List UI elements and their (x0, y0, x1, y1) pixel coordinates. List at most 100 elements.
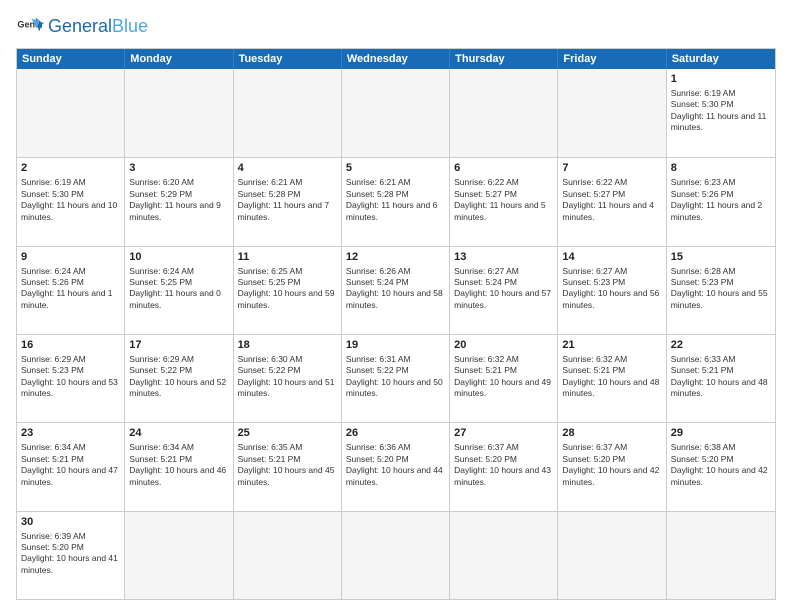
calendar-cell (125, 512, 233, 599)
cell-info: Sunrise: 6:19 AMSunset: 5:30 PMDaylight:… (21, 177, 117, 221)
header: General GeneralBlue (16, 12, 776, 40)
page: General GeneralBlue SundayMondayTuesdayW… (0, 0, 792, 612)
cell-info: Sunrise: 6:37 AMSunset: 5:20 PMDaylight:… (562, 442, 659, 486)
calendar-cell (234, 69, 342, 157)
calendar-cell (558, 512, 666, 599)
general-blue-logo-icon: General (16, 12, 44, 40)
cell-info: Sunrise: 6:39 AMSunset: 5:20 PMDaylight:… (21, 531, 118, 575)
calendar-cell: 7Sunrise: 6:22 AMSunset: 5:27 PMDaylight… (558, 158, 666, 245)
calendar-cell: 17Sunrise: 6:29 AMSunset: 5:22 PMDayligh… (125, 335, 233, 422)
day-number: 19 (346, 338, 445, 353)
day-number: 4 (238, 161, 337, 176)
day-number: 12 (346, 250, 445, 265)
cell-info: Sunrise: 6:37 AMSunset: 5:20 PMDaylight:… (454, 442, 551, 486)
calendar-cell (342, 512, 450, 599)
calendar-cell: 10Sunrise: 6:24 AMSunset: 5:25 PMDayligh… (125, 247, 233, 334)
day-number: 8 (671, 161, 771, 176)
day-number: 20 (454, 338, 553, 353)
calendar-week-3: 9Sunrise: 6:24 AMSunset: 5:26 PMDaylight… (17, 246, 775, 334)
cell-info: Sunrise: 6:31 AMSunset: 5:22 PMDaylight:… (346, 354, 443, 398)
calendar-cell: 4Sunrise: 6:21 AMSunset: 5:28 PMDaylight… (234, 158, 342, 245)
cell-info: Sunrise: 6:22 AMSunset: 5:27 PMDaylight:… (454, 177, 546, 221)
cell-info: Sunrise: 6:32 AMSunset: 5:21 PMDaylight:… (454, 354, 551, 398)
calendar-cell: 19Sunrise: 6:31 AMSunset: 5:22 PMDayligh… (342, 335, 450, 422)
cell-info: Sunrise: 6:24 AMSunset: 5:26 PMDaylight:… (21, 266, 113, 310)
calendar-cell: 20Sunrise: 6:32 AMSunset: 5:21 PMDayligh… (450, 335, 558, 422)
calendar-cell: 15Sunrise: 6:28 AMSunset: 5:23 PMDayligh… (667, 247, 775, 334)
day-number: 28 (562, 426, 661, 441)
day-number: 2 (21, 161, 120, 176)
cell-info: Sunrise: 6:20 AMSunset: 5:29 PMDaylight:… (129, 177, 221, 221)
calendar-cell (17, 69, 125, 157)
day-header-saturday: Saturday (667, 49, 775, 69)
calendar-cell: 2Sunrise: 6:19 AMSunset: 5:30 PMDaylight… (17, 158, 125, 245)
cell-info: Sunrise: 6:30 AMSunset: 5:22 PMDaylight:… (238, 354, 335, 398)
day-number: 14 (562, 250, 661, 265)
cell-info: Sunrise: 6:19 AMSunset: 5:30 PMDaylight:… (671, 88, 767, 132)
cell-info: Sunrise: 6:29 AMSunset: 5:23 PMDaylight:… (21, 354, 118, 398)
day-number: 11 (238, 250, 337, 265)
day-number: 15 (671, 250, 771, 265)
calendar-cell: 14Sunrise: 6:27 AMSunset: 5:23 PMDayligh… (558, 247, 666, 334)
cell-info: Sunrise: 6:34 AMSunset: 5:21 PMDaylight:… (21, 442, 118, 486)
calendar-cell (667, 512, 775, 599)
calendar-cell: 5Sunrise: 6:21 AMSunset: 5:28 PMDaylight… (342, 158, 450, 245)
logo: General GeneralBlue (16, 12, 148, 40)
calendar-cell: 6Sunrise: 6:22 AMSunset: 5:27 PMDaylight… (450, 158, 558, 245)
day-number: 5 (346, 161, 445, 176)
calendar-cell: 24Sunrise: 6:34 AMSunset: 5:21 PMDayligh… (125, 423, 233, 510)
calendar-cell: 3Sunrise: 6:20 AMSunset: 5:29 PMDaylight… (125, 158, 233, 245)
day-number: 13 (454, 250, 553, 265)
calendar-cell (450, 512, 558, 599)
day-header-tuesday: Tuesday (234, 49, 342, 69)
calendar-cell: 26Sunrise: 6:36 AMSunset: 5:20 PMDayligh… (342, 423, 450, 510)
calendar-cell (125, 69, 233, 157)
cell-info: Sunrise: 6:21 AMSunset: 5:28 PMDaylight:… (238, 177, 330, 221)
day-number: 1 (671, 72, 771, 87)
calendar-cell: 25Sunrise: 6:35 AMSunset: 5:21 PMDayligh… (234, 423, 342, 510)
day-header-wednesday: Wednesday (342, 49, 450, 69)
day-number: 17 (129, 338, 228, 353)
cell-info: Sunrise: 6:25 AMSunset: 5:25 PMDaylight:… (238, 266, 335, 310)
cell-info: Sunrise: 6:21 AMSunset: 5:28 PMDaylight:… (346, 177, 438, 221)
calendar-cell (234, 512, 342, 599)
calendar-cell: 18Sunrise: 6:30 AMSunset: 5:22 PMDayligh… (234, 335, 342, 422)
calendar-cell (558, 69, 666, 157)
day-number: 25 (238, 426, 337, 441)
day-header-friday: Friday (558, 49, 666, 69)
calendar-week-6: 30Sunrise: 6:39 AMSunset: 5:20 PMDayligh… (17, 511, 775, 599)
calendar-week-2: 2Sunrise: 6:19 AMSunset: 5:30 PMDaylight… (17, 157, 775, 245)
day-headers: SundayMondayTuesdayWednesdayThursdayFrid… (17, 49, 775, 69)
calendar-cell: 8Sunrise: 6:23 AMSunset: 5:26 PMDaylight… (667, 158, 775, 245)
cell-info: Sunrise: 6:36 AMSunset: 5:20 PMDaylight:… (346, 442, 443, 486)
calendar-cell: 21Sunrise: 6:32 AMSunset: 5:21 PMDayligh… (558, 335, 666, 422)
cell-info: Sunrise: 6:22 AMSunset: 5:27 PMDaylight:… (562, 177, 654, 221)
calendar-cell: 23Sunrise: 6:34 AMSunset: 5:21 PMDayligh… (17, 423, 125, 510)
day-number: 7 (562, 161, 661, 176)
day-number: 16 (21, 338, 120, 353)
day-header-sunday: Sunday (17, 49, 125, 69)
day-number: 18 (238, 338, 337, 353)
calendar-cell: 13Sunrise: 6:27 AMSunset: 5:24 PMDayligh… (450, 247, 558, 334)
calendar-body: 1Sunrise: 6:19 AMSunset: 5:30 PMDaylight… (17, 69, 775, 599)
cell-info: Sunrise: 6:28 AMSunset: 5:23 PMDaylight:… (671, 266, 768, 310)
cell-info: Sunrise: 6:38 AMSunset: 5:20 PMDaylight:… (671, 442, 768, 486)
day-number: 24 (129, 426, 228, 441)
cell-info: Sunrise: 6:26 AMSunset: 5:24 PMDaylight:… (346, 266, 443, 310)
cell-info: Sunrise: 6:23 AMSunset: 5:26 PMDaylight:… (671, 177, 763, 221)
calendar-cell (450, 69, 558, 157)
cell-info: Sunrise: 6:24 AMSunset: 5:25 PMDaylight:… (129, 266, 221, 310)
logo-text: GeneralBlue (48, 16, 148, 37)
day-number: 3 (129, 161, 228, 176)
day-number: 30 (21, 515, 120, 530)
calendar-cell (342, 69, 450, 157)
cell-info: Sunrise: 6:27 AMSunset: 5:24 PMDaylight:… (454, 266, 551, 310)
day-number: 26 (346, 426, 445, 441)
calendar-cell: 27Sunrise: 6:37 AMSunset: 5:20 PMDayligh… (450, 423, 558, 510)
calendar-cell: 1Sunrise: 6:19 AMSunset: 5:30 PMDaylight… (667, 69, 775, 157)
cell-info: Sunrise: 6:33 AMSunset: 5:21 PMDaylight:… (671, 354, 768, 398)
calendar-week-5: 23Sunrise: 6:34 AMSunset: 5:21 PMDayligh… (17, 422, 775, 510)
calendar-cell: 12Sunrise: 6:26 AMSunset: 5:24 PMDayligh… (342, 247, 450, 334)
calendar-cell: 11Sunrise: 6:25 AMSunset: 5:25 PMDayligh… (234, 247, 342, 334)
calendar-week-4: 16Sunrise: 6:29 AMSunset: 5:23 PMDayligh… (17, 334, 775, 422)
